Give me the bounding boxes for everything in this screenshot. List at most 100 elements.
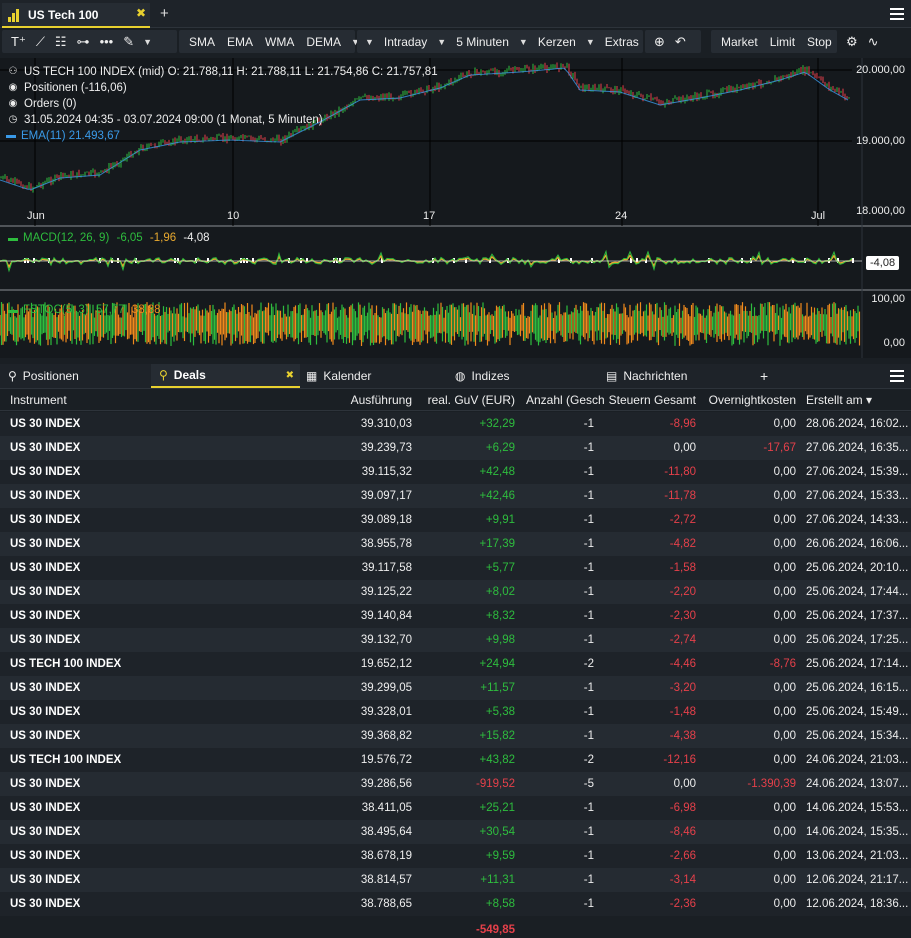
table-row[interactable]: US TECH 100 INDEX 19.652,12 +24,94 -2 -4,46 -… xyxy=(0,652,911,676)
pulse-icon[interactable]: ∿ xyxy=(863,34,884,50)
tab-deals[interactable]: ⚲ Deals ✖ xyxy=(151,364,300,388)
undo-icon[interactable]: ↶ xyxy=(670,34,691,50)
horizontal-line-icon[interactable]: ⊶ xyxy=(72,34,95,50)
wma-button[interactable]: WMA xyxy=(259,35,300,49)
col-ausfuehrung[interactable]: Ausführung xyxy=(320,393,412,407)
table-row[interactable]: US 30 INDEX 38.411,05 +25,21 -1 -6,98 0,00 14.… xyxy=(0,796,911,820)
positions-label[interactable]: Positionen (-116,06) xyxy=(24,80,127,96)
tab-kalender[interactable]: ▦ Kalender xyxy=(306,364,371,388)
chart-type-select[interactable]: Kerzen xyxy=(532,35,582,49)
orders-label[interactable]: Orders (0) xyxy=(24,96,76,112)
cell-instrument: US 30 INDEX xyxy=(10,874,81,886)
tools-dropdown-icon[interactable]: ▼ xyxy=(139,37,156,47)
cell-steuern: 0,00 xyxy=(673,778,696,790)
cell-steuern: -2,20 xyxy=(669,586,696,598)
col-steuern[interactable]: Steuern Gesamt xyxy=(608,393,696,407)
table-row[interactable]: US 30 INDEX 39.089,18 +9,91 -1 -2,72 0,00 27.0… xyxy=(0,508,911,532)
charttype-dropdown-icon[interactable]: ▼ xyxy=(515,37,532,47)
table-row[interactable]: US 30 INDEX 39.115,32 +42,48 -1 -11,80 0,00 27… xyxy=(0,460,911,484)
interval-select[interactable]: 5 Minuten xyxy=(450,35,515,49)
tab-us-tech-100[interactable]: US Tech 100 ✖ xyxy=(2,3,150,28)
cell-ausfuehrung: 38.814,57 xyxy=(360,874,412,886)
cell-anzahl: -1 xyxy=(583,586,594,598)
cell-instrument: US 30 INDEX xyxy=(10,634,81,646)
table-row[interactable]: US 30 INDEX 39.140,84 +8,32 -1 -2,30 0,00 25.0… xyxy=(0,604,911,628)
cell-guv: +5,38 xyxy=(485,706,515,718)
col-erstellt[interactable]: Erstellt am ▾ xyxy=(806,393,872,407)
table-row[interactable]: US 30 INDEX 39.132,70 +9,98 -1 -2,74 0,00 25.0… xyxy=(0,628,911,652)
chart-legend: ⚇ US TECH 100 INDEX (mid) O: 21.788,11 H:… xyxy=(6,64,438,144)
cell-anzahl: -1 xyxy=(583,442,594,454)
table-row[interactable]: US 30 INDEX 38.814,57 +11,31 -1 -3,14 0,00 12.… xyxy=(0,868,911,892)
fibonacci-tool-icon[interactable]: ☷ xyxy=(50,34,72,50)
timeframe-dropdown-icon[interactable]: ▼ xyxy=(361,37,378,47)
col-overnight[interactable]: Overnightkosten xyxy=(700,393,796,407)
macd-histogram-value: -4,08 xyxy=(183,232,210,244)
positions-radio-icon[interactable]: ◉ xyxy=(6,80,20,96)
price-chart[interactable]: ⚇ US TECH 100 INDEX (mid) O: 21.788,11 H:… xyxy=(0,58,911,358)
x-tick-jul: Jul xyxy=(811,210,826,222)
chart-logo-icon xyxy=(8,8,22,22)
cell-guv: +32,29 xyxy=(479,418,516,430)
col-anzahl[interactable]: Anzahl (Geschl xyxy=(526,393,604,407)
extras-dropdown-icon[interactable]: ▼ xyxy=(582,37,599,47)
table-row[interactable]: US 30 INDEX 39.310,03 +32,29 -1 -8,96 0,00 28.… xyxy=(0,412,911,436)
col-instrument[interactable]: Instrument xyxy=(10,393,67,407)
interval-dropdown-icon[interactable]: ▼ xyxy=(433,37,450,47)
text-tool-icon[interactable]: T⁺ xyxy=(6,34,31,50)
tab-indizes[interactable]: ◍ Indizes xyxy=(455,364,510,388)
table-row[interactable]: US 30 INDEX 39.299,05 +11,57 -1 -3,20 0,00 25.… xyxy=(0,676,911,700)
cell-instrument: US 30 INDEX xyxy=(10,514,81,526)
ema-button[interactable]: EMA xyxy=(221,35,259,49)
macd-color-swatch xyxy=(8,238,18,241)
main-menu-icon[interactable] xyxy=(890,8,904,20)
table-row[interactable]: US 30 INDEX 39.239,73 +6,29 -1 0,00 -17,67 27.… xyxy=(0,436,911,460)
panel-menu-icon[interactable] xyxy=(890,370,904,382)
cell-overnight: -1.390,39 xyxy=(747,778,796,790)
add-tab-button[interactable]: + xyxy=(160,5,169,22)
market-order-button[interactable]: Market xyxy=(715,35,764,49)
table-row[interactable]: US 30 INDEX 38.955,78 +17,39 -1 -4,82 0,00 26.… xyxy=(0,532,911,556)
col-guv[interactable]: real. GuV (EUR) xyxy=(420,393,515,407)
orders-radio-icon[interactable]: ◉ xyxy=(6,96,20,112)
line-tool-icon[interactable]: ⟋ xyxy=(31,34,50,50)
limit-order-button[interactable]: Limit xyxy=(764,35,801,49)
table-row[interactable]: US 30 INDEX 39.097,17 +42,46 -1 -11,78 0,00 27… xyxy=(0,484,911,508)
tab-positionen[interactable]: ⚲ Positionen xyxy=(8,364,79,388)
stoch-legend[interactable]: FSTOC(5, 3) 57,77 38,88 xyxy=(8,304,161,316)
ema-color-swatch xyxy=(6,134,16,138)
cell-ausfuehrung: 38.955,78 xyxy=(360,538,412,550)
dema-button[interactable]: DEMA xyxy=(300,35,347,49)
table-row[interactable]: US 30 INDEX 39.286,56 -919,52 -5 0,00 -1.390,… xyxy=(0,772,911,796)
settings-toggle-icon[interactable]: ⚙ xyxy=(841,34,863,50)
ema-readout[interactable]: EMA(11) 21.493,67 xyxy=(21,128,120,144)
extras-menu[interactable]: Extras xyxy=(599,35,645,49)
tab-deals-close-icon[interactable]: ✖ xyxy=(286,370,294,381)
tab-bar: US Tech 100 ✖ + xyxy=(0,0,911,28)
table-row[interactable]: US TECH 100 INDEX 19.576,72 +43,82 -2 -12,16… xyxy=(0,748,911,772)
table-row[interactable]: US 30 INDEX 38.495,64 +30,54 -1 -8,46 0,00 14.… xyxy=(0,820,911,844)
cell-overnight: 0,00 xyxy=(773,682,796,694)
dotted-line-icon[interactable]: ••• xyxy=(95,34,119,49)
table-row[interactable]: US 30 INDEX 39.328,01 +5,38 -1 -1,48 0,00 25.0… xyxy=(0,700,911,724)
tab-close-icon[interactable]: ✖ xyxy=(136,6,146,20)
table-row[interactable]: US 30 INDEX 39.368,82 +15,82 -1 -4,38 0,00 25.… xyxy=(0,724,911,748)
cell-overnight: 0,00 xyxy=(773,418,796,430)
stop-order-button[interactable]: Stop xyxy=(801,35,838,49)
macd-legend[interactable]: MACD(12, 26, 9) -6,05 -1,96 -4,08 xyxy=(8,232,210,244)
zoom-icon[interactable]: ⊕ xyxy=(649,34,670,50)
add-panel-tab-button[interactable]: + xyxy=(760,364,768,388)
cell-erstellt: 26.06.2024, 16:06... xyxy=(806,538,908,550)
sma-button[interactable]: SMA xyxy=(183,35,221,49)
table-row[interactable]: US 30 INDEX 38.788,65 +8,58 -1 -2,36 0,00 12.0… xyxy=(0,892,911,916)
cell-steuern: -2,72 xyxy=(669,514,696,526)
pen-tool-icon[interactable]: ✎ xyxy=(118,34,139,50)
table-row[interactable]: US 30 INDEX 39.117,58 +5,77 -1 -1,58 0,00 25.0… xyxy=(0,556,911,580)
deals-table-body: US 30 INDEX 39.310,03 +32,29 -1 -8,96 0,00 28.… xyxy=(0,412,911,916)
cell-ausfuehrung: 39.115,32 xyxy=(361,466,412,478)
timeframe-select[interactable]: Intraday xyxy=(378,35,433,49)
table-row[interactable]: US 30 INDEX 38.678,19 +9,59 -1 -2,66 0,00 13.0… xyxy=(0,844,911,868)
table-row[interactable]: US 30 INDEX 39.125,22 +8,02 -1 -2,20 0,00 25.0… xyxy=(0,580,911,604)
x-tick-10: 10 xyxy=(227,210,240,222)
tab-nachrichten[interactable]: ▤ Nachrichten xyxy=(606,364,687,388)
